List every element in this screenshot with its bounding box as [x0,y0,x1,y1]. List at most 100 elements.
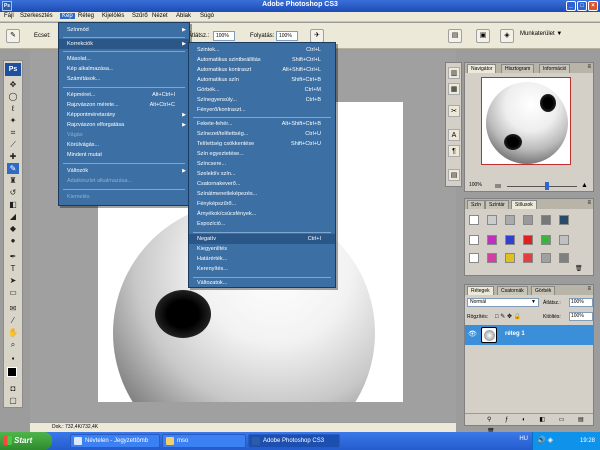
crop-tool-icon[interactable]: ⌗ [7,127,19,138]
menu-item-selective-color[interactable]: Szelektív szín... [189,169,335,179]
menu-item-variations[interactable]: Változatok... [189,278,335,288]
menu-view[interactable]: Nézet [150,13,170,19]
menu-item-trim[interactable]: Körülvágás... [59,140,189,150]
pen-tool-icon[interactable]: ✒ [7,251,19,262]
style-swatch[interactable] [487,215,497,225]
layer-row[interactable]: 👁 réteg 1 [465,325,593,345]
foreground-color-swatch[interactable] [7,367,17,377]
language-indicator[interactable]: HU [519,436,528,442]
style-swatch[interactable] [559,253,569,263]
menu-item-adjustments[interactable]: Korrekciók ▶ [59,39,189,49]
zoom-out-icon[interactable] [495,184,501,188]
start-button[interactable]: Start [0,432,52,450]
zoom-in-icon[interactable]: ▲ [581,182,589,190]
close-button[interactable]: × [588,1,598,11]
tab-color[interactable]: Szín [467,200,486,209]
tab-paths[interactable]: Görbék [531,286,556,295]
tab-layers[interactable]: Rétegek [467,286,494,295]
brushes-dock-icon[interactable]: ▥ [448,67,460,79]
style-swatch[interactable] [523,215,533,225]
menu-window[interactable]: Ablak [174,13,193,19]
menu-item-variables[interactable]: Változók ▶ [59,166,189,176]
tab-histogram[interactable]: Hisztogram [501,64,535,73]
lasso-tool-icon[interactable]: ℓ [7,103,19,114]
tab-channels[interactable]: Csatornák [497,286,528,295]
menu-item-mode[interactable]: Színmód ▶ [59,25,189,35]
minimize-button[interactable]: _ [566,1,576,11]
menu-item-shadow-highlight[interactable]: Árnyékok/csúcsfények... [189,209,335,219]
menu-item-levels[interactable]: Szintek... Ctrl+L [189,45,335,55]
panel-menu-icon[interactable]: ≡ [587,286,591,292]
menu-file[interactable]: Fájl [2,13,16,19]
delete-style-icon[interactable]: 🗑 [575,265,583,272]
menu-item-brightness-contrast[interactable]: Fényerő/kontraszt... [189,105,335,115]
shape-tool-icon[interactable]: ▭ [7,287,19,298]
menu-layer[interactable]: Réteg [76,13,96,19]
menu-item-channel-mixer[interactable]: Csatornakeverő... [189,179,335,189]
tab-info[interactable]: Információ [539,64,571,73]
navigator-zoom-value[interactable]: 100% [469,182,482,188]
brush-tool-preset-icon[interactable]: ✎ [6,29,20,43]
layer-name[interactable]: réteg 1 [505,331,525,337]
menu-image[interactable]: Kép [60,13,75,19]
task-photoshop[interactable]: Adobe Photoshop CS3 [248,434,340,448]
workspace-dropdown[interactable]: Munkaterület ▼ [520,31,562,37]
style-swatch[interactable] [469,215,479,225]
tool-presets-dock-icon[interactable]: ✂ [448,105,460,117]
quick-mask-icon[interactable]: ◘ [7,383,19,394]
menu-item-posterize[interactable]: Kerenyítés... [189,264,335,274]
style-swatch[interactable] [541,235,551,245]
notes-tool-icon[interactable]: ✉ [7,303,19,314]
paint-bucket-tool-icon[interactable]: ◢ [7,211,19,222]
clone-source-dock-icon[interactable]: ▦ [448,83,460,95]
magic-wand-tool-icon[interactable]: ✦ [7,115,19,126]
style-swatch[interactable] [487,235,497,245]
style-swatch[interactable] [541,215,551,225]
opacity-input[interactable]: 100% [213,31,235,41]
menu-item-photo-filter[interactable]: Fényképszűrő... [189,199,335,209]
task-mso-folder[interactable]: mso [162,434,246,448]
file-browser-icon[interactable]: ▣ [476,29,490,43]
zoom-slider[interactable] [507,186,577,187]
menu-select[interactable]: Kijelölés [100,13,126,19]
lock-icons[interactable]: □ ✎ ✥ 🔒 [495,313,521,320]
layer-comps-dock-icon[interactable]: ▤ [448,169,460,181]
style-swatch[interactable] [469,235,479,245]
clone-stamp-tool-icon[interactable]: ♜ [7,175,19,186]
style-swatch[interactable] [505,215,515,225]
menu-item-replace-color[interactable]: Színcsere... [189,159,335,169]
style-swatch[interactable] [541,253,551,263]
menu-item-auto-contrast[interactable]: Automatikus kontraszt Alt+Shift+Ctrl+L [189,65,335,75]
tab-navigator[interactable]: Navigátor [467,64,497,73]
layer-opacity-input[interactable]: 100% [569,298,593,307]
menu-item-hue-saturation[interactable]: Színezet/telítettség... Ctrl+U [189,129,335,139]
menu-item-threshold[interactable]: Határérték... [189,254,335,264]
menu-help[interactable]: Súgó [198,13,216,19]
tab-styles[interactable]: Stílusok [511,200,537,209]
menu-item-black-white[interactable]: Fekete-fehér... Alt+Shift+Ctrl+B [189,119,335,129]
tab-swatches[interactable]: Színtár [485,200,509,209]
maximize-button[interactable]: □ [577,1,587,11]
dodge-tool-icon[interactable]: ● [7,235,19,246]
slice-tool-icon[interactable]: ⟋ [7,139,19,150]
airbrush-icon[interactable]: ✈ [310,29,324,43]
menu-item-curves[interactable]: Görbék... Ctrl+M [189,85,335,95]
menu-filter[interactable]: Szűrő [130,13,150,19]
task-notepad[interactable]: Névtelen - Jegyzettömb [70,434,160,448]
menu-item-image-size[interactable]: Képméret... Alt+Ctrl+I [59,90,189,100]
type-tool-icon[interactable]: T [7,263,19,274]
eyedropper-tool-icon[interactable]: ⁄ [7,315,19,326]
style-swatch[interactable] [505,253,515,263]
menu-item-desaturate[interactable]: Telítettség csökkentése Shift+Ctrl+U [189,139,335,149]
blend-mode-select[interactable]: Normál ▼ [467,298,539,307]
tray-icons[interactable]: 🔊 ◈ [537,432,553,450]
move-tool-icon[interactable]: ✥ [7,79,19,90]
eye-icon[interactable]: 👁 [468,330,477,338]
brush-tool-icon[interactable]: ✎ [7,163,19,174]
style-swatch[interactable] [469,253,479,263]
menu-item-color-balance[interactable]: Színegyensúly... Ctrl+B [189,95,335,105]
flow-input[interactable]: 100% [276,31,298,41]
zoom-slider-handle[interactable] [545,182,549,190]
navigator-thumbnail[interactable] [481,77,571,165]
history-brush-tool-icon[interactable]: ↺ [7,187,19,198]
